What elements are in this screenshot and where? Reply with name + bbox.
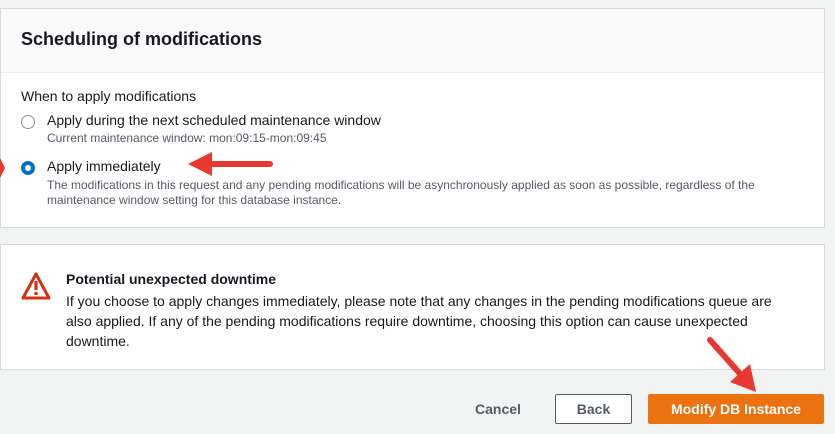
option-apply-immediately-label[interactable]: Apply immediately xyxy=(47,158,161,174)
alert-title: Potential unexpected downtime xyxy=(66,271,277,287)
cancel-button[interactable]: Cancel xyxy=(468,396,528,422)
annotation-arrow-edge-icon xyxy=(0,158,5,178)
annotation-arrow-icon xyxy=(188,152,273,176)
alert-body: If you choose to apply changes immediate… xyxy=(66,293,772,349)
option-next-window-description: Current maintenance window: mon:09:15-mo… xyxy=(47,131,327,145)
option-apply-immediately-description-line1: The modifications in this request and an… xyxy=(47,178,755,192)
option-apply-immediately-description-line2: maintenance window setting for this data… xyxy=(47,193,342,207)
annotation-arrow-icon xyxy=(707,337,756,392)
when-to-apply-label: When to apply modifications xyxy=(21,88,197,104)
warning-icon xyxy=(21,272,51,305)
back-button[interactable]: Back xyxy=(555,394,632,424)
radio-next-window[interactable] xyxy=(21,115,35,129)
scheduling-panel: Scheduling of modifications When to appl… xyxy=(0,8,825,228)
panel-title: Scheduling of modifications xyxy=(21,29,263,49)
option-next-window-label[interactable]: Apply during the next scheduled maintena… xyxy=(47,112,381,128)
radio-apply-immediately[interactable] xyxy=(21,161,35,175)
